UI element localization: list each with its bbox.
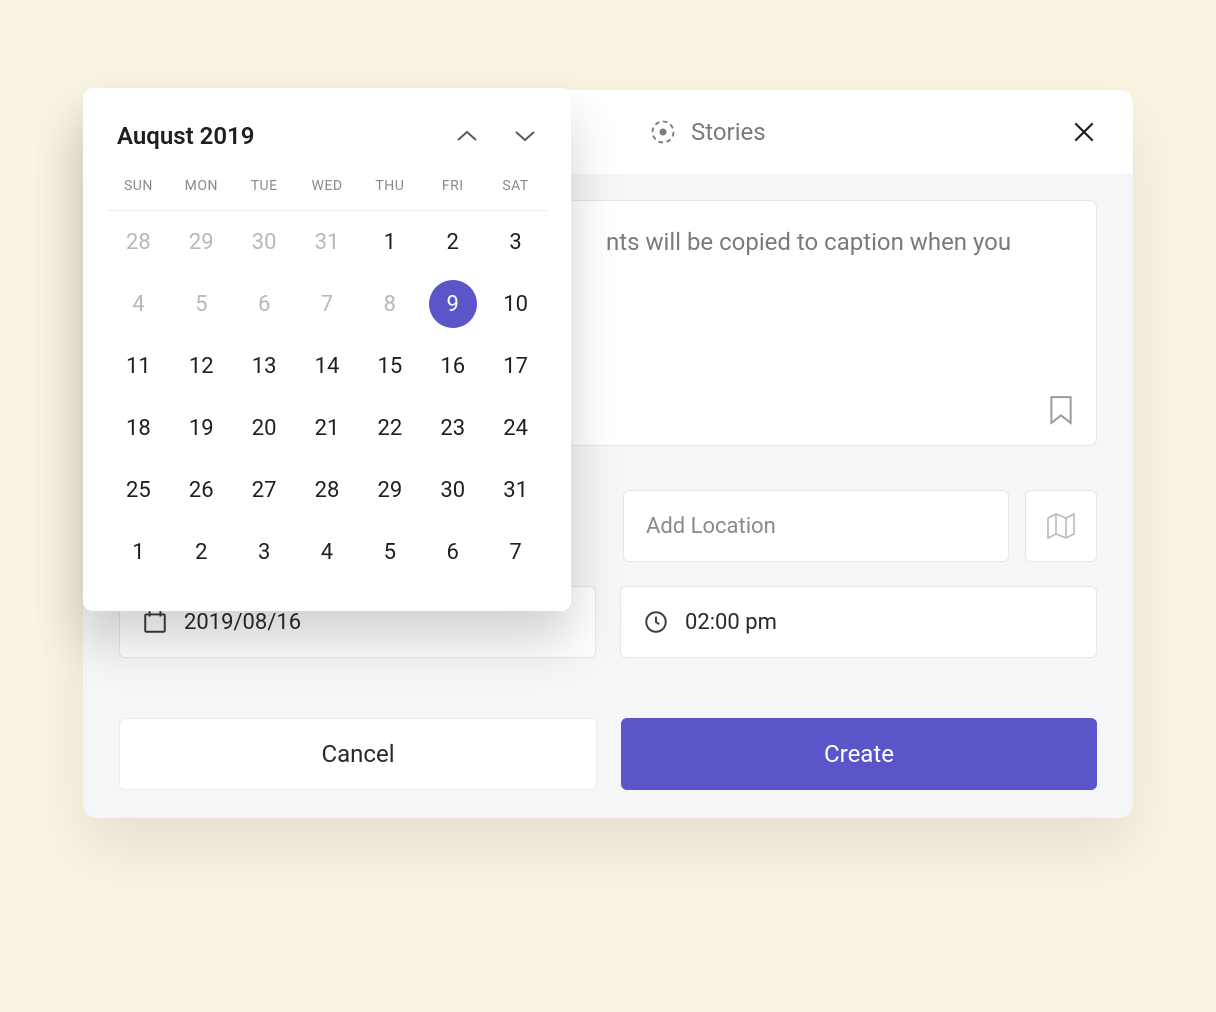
calendar-day[interactable]: 31 <box>296 211 359 273</box>
map-icon <box>1046 512 1076 540</box>
cancel-button[interactable]: Cancel <box>119 718 597 790</box>
create-post-modal: Stories nts will be copied to caption wh… <box>83 90 1133 818</box>
date-value: 2019/08/16 <box>184 610 301 635</box>
calendar-day[interactable]: 20 <box>233 397 296 459</box>
calendar-day[interactable]: 12 <box>170 335 233 397</box>
time-value: 02:00 pm <box>685 610 777 635</box>
calendar-day[interactable]: 1 <box>358 211 421 273</box>
calendar-day[interactable]: 16 <box>421 335 484 397</box>
calendar-day[interactable]: 4 <box>107 273 170 335</box>
calendar-day[interactable]: 18 <box>107 397 170 459</box>
stories-tab[interactable]: Stories <box>649 118 766 146</box>
calendar-day[interactable]: 28 <box>107 211 170 273</box>
calendar-day[interactable]: 15 <box>358 335 421 397</box>
calendar-day[interactable]: 21 <box>296 397 359 459</box>
close-icon-button[interactable] <box>1071 119 1097 145</box>
calendar-dow: SUN <box>107 168 170 211</box>
chevron-up-icon[interactable] <box>455 129 479 143</box>
calendar-day[interactable]: 30 <box>421 459 484 521</box>
calendar-day[interactable]: 17 <box>484 335 547 397</box>
calendar-day[interactable]: 24 <box>484 397 547 459</box>
calendar-day[interactable]: 3 <box>233 521 296 583</box>
calendar-day[interactable]: 5 <box>358 521 421 583</box>
calendar-day[interactable]: 10 <box>484 273 547 335</box>
calendar-dow: MON <box>170 168 233 211</box>
bookmark-icon[interactable] <box>1048 395 1074 425</box>
calendar-day[interactable]: 5 <box>170 273 233 335</box>
stories-label: Stories <box>691 118 766 146</box>
calendar-day[interactable]: 14 <box>296 335 359 397</box>
calendar-day[interactable]: 19 <box>170 397 233 459</box>
stories-icon <box>649 118 677 146</box>
calendar-day[interactable]: 9 <box>421 273 484 335</box>
create-button[interactable]: Create <box>621 718 1097 790</box>
calendar-dow: SAT <box>484 168 547 211</box>
calendar-day[interactable]: 29 <box>358 459 421 521</box>
calendar-day[interactable]: 6 <box>233 273 296 335</box>
calendar-day[interactable]: 7 <box>296 273 359 335</box>
calendar-day[interactable]: 29 <box>170 211 233 273</box>
calendar-day[interactable]: 30 <box>233 211 296 273</box>
calendar-day[interactable]: 31 <box>484 459 547 521</box>
calendar-cells: 2829303112345678910111213141516171819202… <box>107 211 547 583</box>
action-row: Cancel Create <box>119 718 1097 790</box>
calendar-day[interactable]: 26 <box>170 459 233 521</box>
calendar-day[interactable]: 28 <box>296 459 359 521</box>
calendar-day[interactable]: 8 <box>358 273 421 335</box>
map-button[interactable] <box>1025 490 1097 562</box>
calendar-popover: Auqust 2019 SUNMONTUEWEDTHUFRISAT 282930… <box>83 88 571 611</box>
calendar-dow-row: SUNMONTUEWEDTHUFRISAT <box>107 168 547 211</box>
calendar-icon <box>142 609 168 635</box>
calendar-dow: WED <box>296 168 359 211</box>
calendar-day[interactable]: 3 <box>484 211 547 273</box>
calendar-dow: THU <box>358 168 421 211</box>
calendar-day[interactable]: 2 <box>421 211 484 273</box>
calendar-day[interactable]: 4 <box>296 521 359 583</box>
calendar-day[interactable]: 11 <box>107 335 170 397</box>
calendar-day[interactable]: 13 <box>233 335 296 397</box>
location-input[interactable] <box>623 490 1009 562</box>
clock-icon <box>643 609 669 635</box>
calendar-dow: FRI <box>421 168 484 211</box>
time-field[interactable]: 02:00 pm <box>620 586 1097 658</box>
calendar-day[interactable]: 7 <box>484 521 547 583</box>
calendar-day[interactable]: 23 <box>421 397 484 459</box>
chevron-down-icon[interactable] <box>513 129 537 143</box>
calendar-day[interactable]: 25 <box>107 459 170 521</box>
calendar-month-title: Auqust 2019 <box>117 122 455 150</box>
calendar-day[interactable]: 22 <box>358 397 421 459</box>
calendar-day[interactable]: 2 <box>170 521 233 583</box>
calendar-dow: TUE <box>233 168 296 211</box>
calendar-day[interactable]: 27 <box>233 459 296 521</box>
calendar-day[interactable]: 6 <box>421 521 484 583</box>
calendar-day[interactable]: 1 <box>107 521 170 583</box>
calendar-header: Auqust 2019 <box>107 122 547 168</box>
